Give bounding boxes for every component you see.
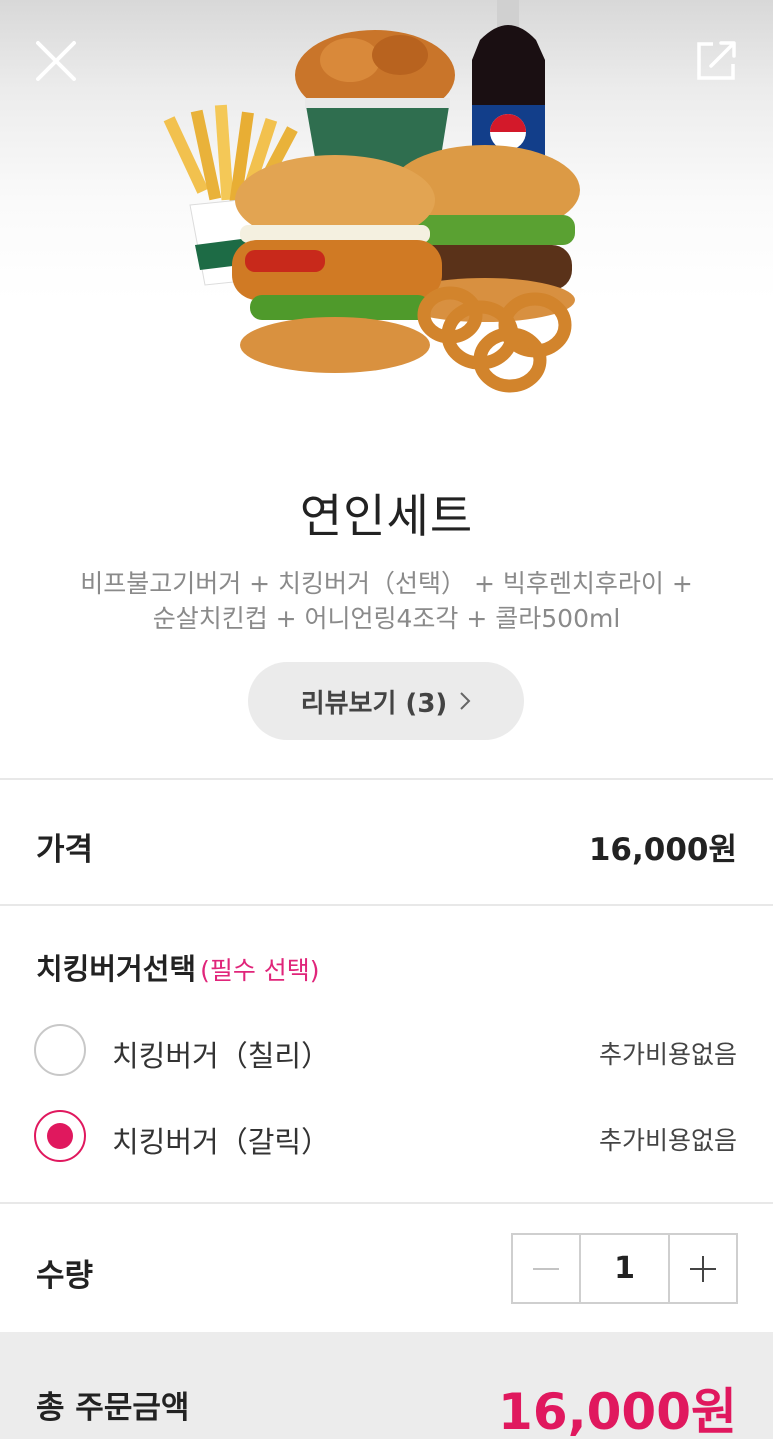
set-meal-image xyxy=(163,0,580,393)
minus-icon xyxy=(533,1267,559,1270)
close-icon xyxy=(36,41,76,81)
quantity-label: 수량 xyxy=(36,1258,94,1294)
total-value: 16,000원 xyxy=(498,1383,737,1439)
section-divider xyxy=(0,778,773,780)
radio-button-selected[interactable] xyxy=(34,1110,86,1162)
product-description: 비프불고기버거 + 치킹버거（선택） + 빅후렌치후라이 + 순살치킨컵 + 어… xyxy=(20,566,753,636)
option-group-title: 치킹버거선택 (필수 선택) xyxy=(36,946,320,988)
decrease-button[interactable] xyxy=(513,1235,579,1302)
quantity-value: 1 xyxy=(579,1235,670,1302)
section-divider xyxy=(0,904,773,906)
product-title: 연인세트 xyxy=(299,489,474,543)
option-label: 치킹버거（칠리） xyxy=(112,1039,331,1073)
option-garlic[interactable]: 치킹버거（갈릭） 추가비용없음 xyxy=(0,1097,773,1177)
share-icon xyxy=(697,41,736,80)
review-button[interactable]: 리뷰보기 (3) xyxy=(248,662,524,740)
quantity-stepper: 1 xyxy=(511,1233,738,1304)
price-label: 가격 xyxy=(36,832,94,868)
product-image-area xyxy=(0,0,773,450)
required-badge: (필수 선택) xyxy=(200,956,320,985)
total-label: 총 주문금액 xyxy=(36,1390,190,1426)
option-price: 추가비용없음 xyxy=(598,1040,737,1069)
option-chilli[interactable]: 치킹버거（칠리） 추가비용없음 xyxy=(0,1011,773,1091)
option-label: 치킹버거（갈릭） xyxy=(112,1125,331,1159)
price-value: 16,000원 xyxy=(588,832,737,868)
section-divider xyxy=(0,1202,773,1204)
review-button-label: 리뷰보기 (3) xyxy=(300,688,448,719)
plus-icon xyxy=(690,1255,716,1282)
share-button[interactable] xyxy=(693,36,741,84)
cola-bottle-illustration xyxy=(472,0,545,170)
close-button[interactable] xyxy=(30,35,82,87)
option-group-name: 치킹버거선택 xyxy=(36,952,197,986)
chevron-right-icon xyxy=(460,692,471,710)
option-price: 추가비용없음 xyxy=(598,1126,737,1155)
total-bar: 총 주문금액 16,000원 xyxy=(0,1332,773,1439)
description-line: 순살치킨컵 + 어니언링4조각 + 콜라500ml xyxy=(152,604,621,633)
radio-button[interactable] xyxy=(34,1024,86,1076)
chicken-burger-illustration xyxy=(232,155,442,373)
increase-button[interactable] xyxy=(670,1235,736,1302)
description-line: 비프불고기버거 + 치킹버거（선택） + 빅후렌치후라이 + xyxy=(80,569,693,598)
